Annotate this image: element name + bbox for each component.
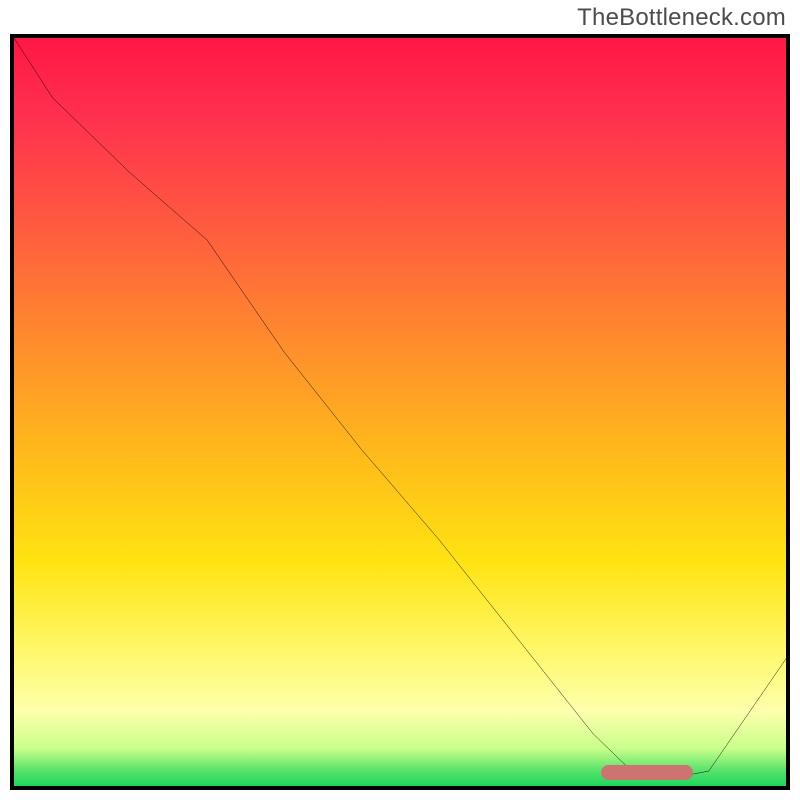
- plot-area: [10, 34, 790, 790]
- curve-path: [14, 38, 786, 779]
- watermark-text: TheBottleneck.com: [577, 4, 786, 32]
- bottleneck-curve: [14, 38, 786, 786]
- chart-root: TheBottleneck.com: [0, 0, 800, 800]
- optimal-range-marker: [601, 765, 694, 780]
